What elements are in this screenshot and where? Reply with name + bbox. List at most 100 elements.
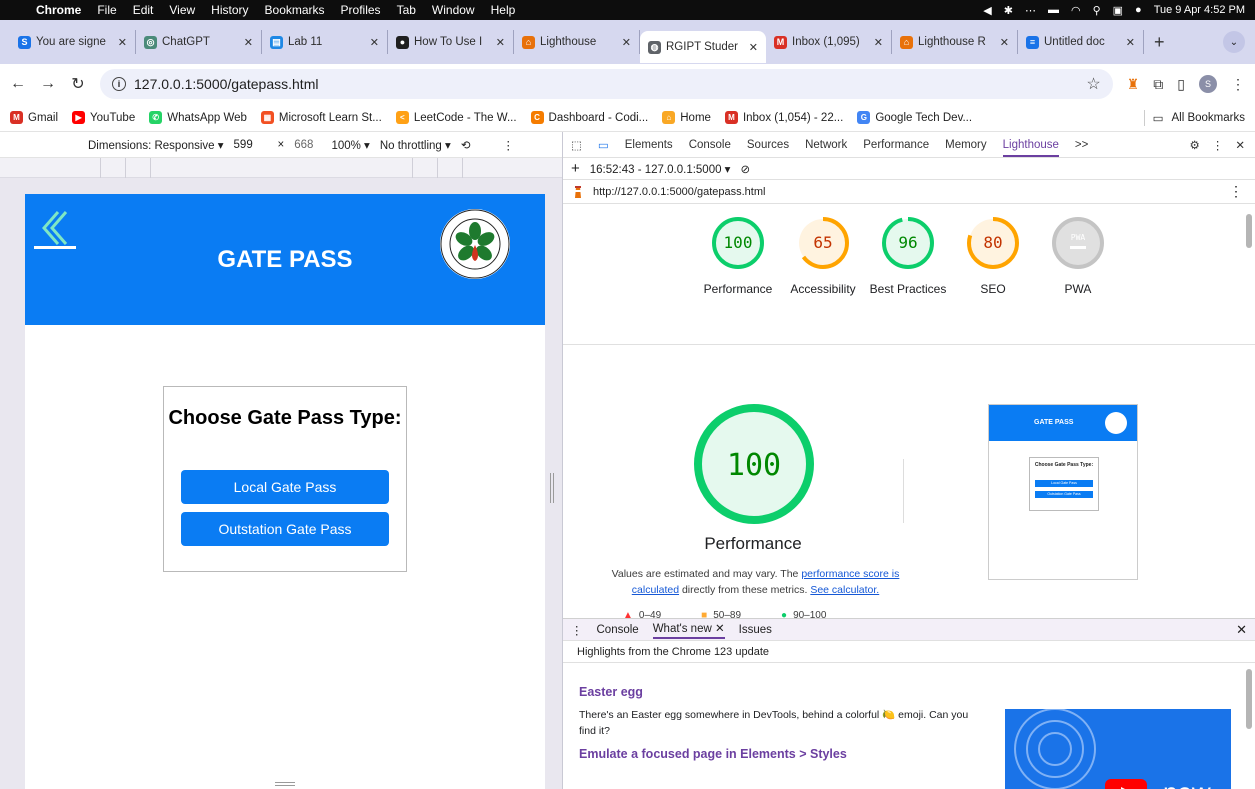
final-screenshot-thumbnail[interactable]: GATE PASS Choose Gate Pass Type: Local G… (988, 404, 1138, 580)
tab-performance[interactable]: Performance (863, 139, 929, 151)
inspect-element-icon[interactable]: ⬚ (571, 138, 582, 152)
close-tab-icon[interactable]: ✕ (1000, 36, 1009, 49)
menu-app-name[interactable]: Chrome (28, 3, 89, 17)
tab-console[interactable]: Console (689, 139, 731, 151)
outstation-gatepass-button[interactable]: Outstation Gate Pass (181, 512, 389, 546)
tab-search-chevron-icon[interactable]: ⌄ (1223, 31, 1245, 53)
height-input[interactable]: 668 (294, 139, 313, 151)
drawer-tab-console[interactable]: Console (597, 624, 639, 636)
tab-elements[interactable]: Elements (625, 139, 673, 151)
clear-report-icon[interactable]: ⊘ (740, 162, 750, 176)
report-select[interactable]: 16:52:43 - 127.0.0.1:5000 ▾ (590, 162, 731, 176)
close-tab-icon[interactable]: ✕ (1126, 36, 1135, 49)
bookmark-star-icon[interactable]: ☆ (1086, 74, 1100, 94)
bookmark-item[interactable]: M Gmail (10, 111, 58, 124)
bluetooth-icon[interactable]: ✱ (1004, 4, 1013, 17)
zoom-select[interactable]: 100% ▾ (331, 138, 369, 152)
viewport-bottom-resize-handle[interactable] (275, 782, 295, 786)
rotate-icon[interactable]: ⟲ (461, 138, 471, 152)
menu-file[interactable]: File (89, 3, 124, 17)
new-tab-button[interactable]: + (1144, 32, 1175, 53)
more-tabs-icon[interactable]: >> (1075, 139, 1088, 151)
drawer-tab-whats-new[interactable]: What's new ✕ (652, 621, 725, 639)
menu-history[interactable]: History (203, 3, 256, 17)
device-toggle-icon[interactable]: ▭ (598, 138, 609, 152)
bookmark-item[interactable]: < LeetCode - The W... (395, 111, 517, 124)
address-url[interactable]: 127.0.0.1:5000/gatepass.html (134, 76, 318, 92)
all-bookmarks-link[interactable]: All Bookmarks (1172, 112, 1246, 124)
control-center-icon[interactable]: ▣ (1113, 4, 1123, 17)
tab-network[interactable]: Network (805, 139, 847, 151)
chrome-menu-icon[interactable]: ⋮ (1231, 76, 1245, 93)
bookmark-item[interactable]: ✆ WhatsApp Web (149, 111, 247, 124)
score-gauge-pwa[interactable]: PWA PWA (1033, 216, 1123, 297)
tab-memory[interactable]: Memory (945, 139, 987, 151)
browser-tab[interactable]: ≡ Untitled doc ✕ (1018, 30, 1144, 54)
width-input[interactable]: 599 (234, 139, 268, 151)
browser-tab[interactable]: ● How To Use I ✕ (388, 30, 514, 54)
siri-icon[interactable]: ● (1135, 4, 1142, 16)
viewport-resize-handle[interactable] (550, 473, 554, 503)
score-gauge-performance[interactable]: 100 Performance (693, 216, 783, 297)
easter-egg-heading[interactable]: Easter egg (579, 685, 1255, 699)
site-info-icon[interactable]: i (112, 77, 126, 91)
local-gatepass-button[interactable]: Local Gate Pass (181, 470, 389, 504)
audio-icon[interactable]: ⋯ (1025, 4, 1036, 17)
close-tab-icon[interactable]: ✕ (496, 36, 505, 49)
lighthouse-extension-icon[interactable]: ♜ (1127, 76, 1140, 93)
clock[interactable]: Tue 9 Apr 4:52 PM (1154, 4, 1245, 16)
bookmark-item[interactable]: C Dashboard - Codi... (530, 111, 648, 124)
address-bar[interactable]: i 127.0.0.1:5000/gatepass.html ☆ (100, 69, 1113, 99)
browser-tab[interactable]: M Inbox (1,095) ✕ (766, 30, 892, 54)
menu-edit[interactable]: Edit (125, 3, 162, 17)
browser-tab[interactable]: ⌂ Lighthouse R ✕ (892, 30, 1018, 54)
drawer-menu-icon[interactable]: ⋮ (571, 623, 583, 637)
close-tab-icon[interactable]: ✕ (244, 36, 253, 49)
bookmark-item[interactable]: ▶ YouTube (72, 111, 135, 124)
see-calculator-link[interactable]: See calculator. (810, 584, 879, 596)
report-menu-icon[interactable]: ⋮ (1229, 183, 1243, 200)
menu-view[interactable]: View (161, 3, 203, 17)
dimensions-select[interactable]: Dimensions: Responsive ▾ (88, 138, 224, 152)
bookmark-item[interactable]: ⌂ Home (662, 111, 711, 124)
close-tab-icon[interactable]: ✕ (874, 36, 883, 49)
score-gauge-seo[interactable]: 80 SEO (948, 216, 1038, 297)
status-app-icon[interactable]: ◀ (983, 4, 991, 17)
devtools-menu-icon[interactable]: ⋮ (1212, 138, 1224, 152)
browser-tab[interactable]: ▤ Lab 11 ✕ (262, 30, 388, 54)
report-scrollbar[interactable] (1246, 214, 1252, 248)
bookmark-item[interactable]: G Google Tech Dev... (857, 111, 972, 124)
extensions-puzzle-icon[interactable]: ⧉ (1153, 76, 1163, 93)
whats-new-video-thumbnail[interactable]: new (1005, 709, 1231, 789)
menu-profiles[interactable]: Profiles (333, 3, 389, 17)
browser-tab[interactable]: ◍ RGIPT Studer ✕ (640, 31, 766, 63)
more-options-icon[interactable]: ⋮ (502, 138, 514, 152)
throttle-select[interactable]: No throttling ▾ (380, 138, 451, 152)
close-tab-icon[interactable]: ✕ (749, 41, 758, 54)
bookmark-item[interactable]: M Inbox (1,054) - 22... (724, 111, 843, 124)
menu-tab[interactable]: Tab (389, 3, 424, 17)
settings-gear-icon[interactable]: ⚙ (1190, 138, 1200, 152)
profile-avatar[interactable]: S (1199, 75, 1217, 93)
close-tab-icon[interactable]: ✕ (370, 36, 379, 49)
battery-icon[interactable]: ▬ (1048, 4, 1059, 16)
back-chevron-icon[interactable] (34, 208, 78, 250)
close-drawer-icon[interactable]: ✕ (1236, 622, 1255, 638)
score-gauge-accessibility[interactable]: 65 Accessibility (778, 216, 868, 297)
close-tab-icon[interactable]: ✕ (715, 623, 725, 635)
drawer-scrollbar[interactable] (1246, 669, 1252, 729)
wifi-icon[interactable]: ◠ (1071, 4, 1081, 17)
close-tab-icon[interactable]: ✕ (622, 36, 631, 49)
browser-tab[interactable]: S You are signe ✕ (10, 30, 136, 54)
forward-arrow-icon[interactable]: → (40, 75, 56, 93)
search-icon[interactable]: ⚲ (1093, 4, 1101, 17)
tab-lighthouse[interactable]: Lighthouse (1002, 133, 1059, 157)
menu-window[interactable]: Window (424, 3, 483, 17)
menu-bookmarks[interactable]: Bookmarks (257, 3, 333, 17)
new-report-plus-icon[interactable]: + (571, 160, 580, 177)
close-devtools-icon[interactable]: ✕ (1235, 138, 1245, 152)
menu-help[interactable]: Help (483, 3, 524, 17)
drawer-tab-issues[interactable]: Issues (739, 624, 772, 636)
score-gauge-best-practices[interactable]: 96 Best Practices (863, 216, 953, 297)
bookmark-item[interactable]: ▦ Microsoft Learn St... (260, 111, 382, 124)
